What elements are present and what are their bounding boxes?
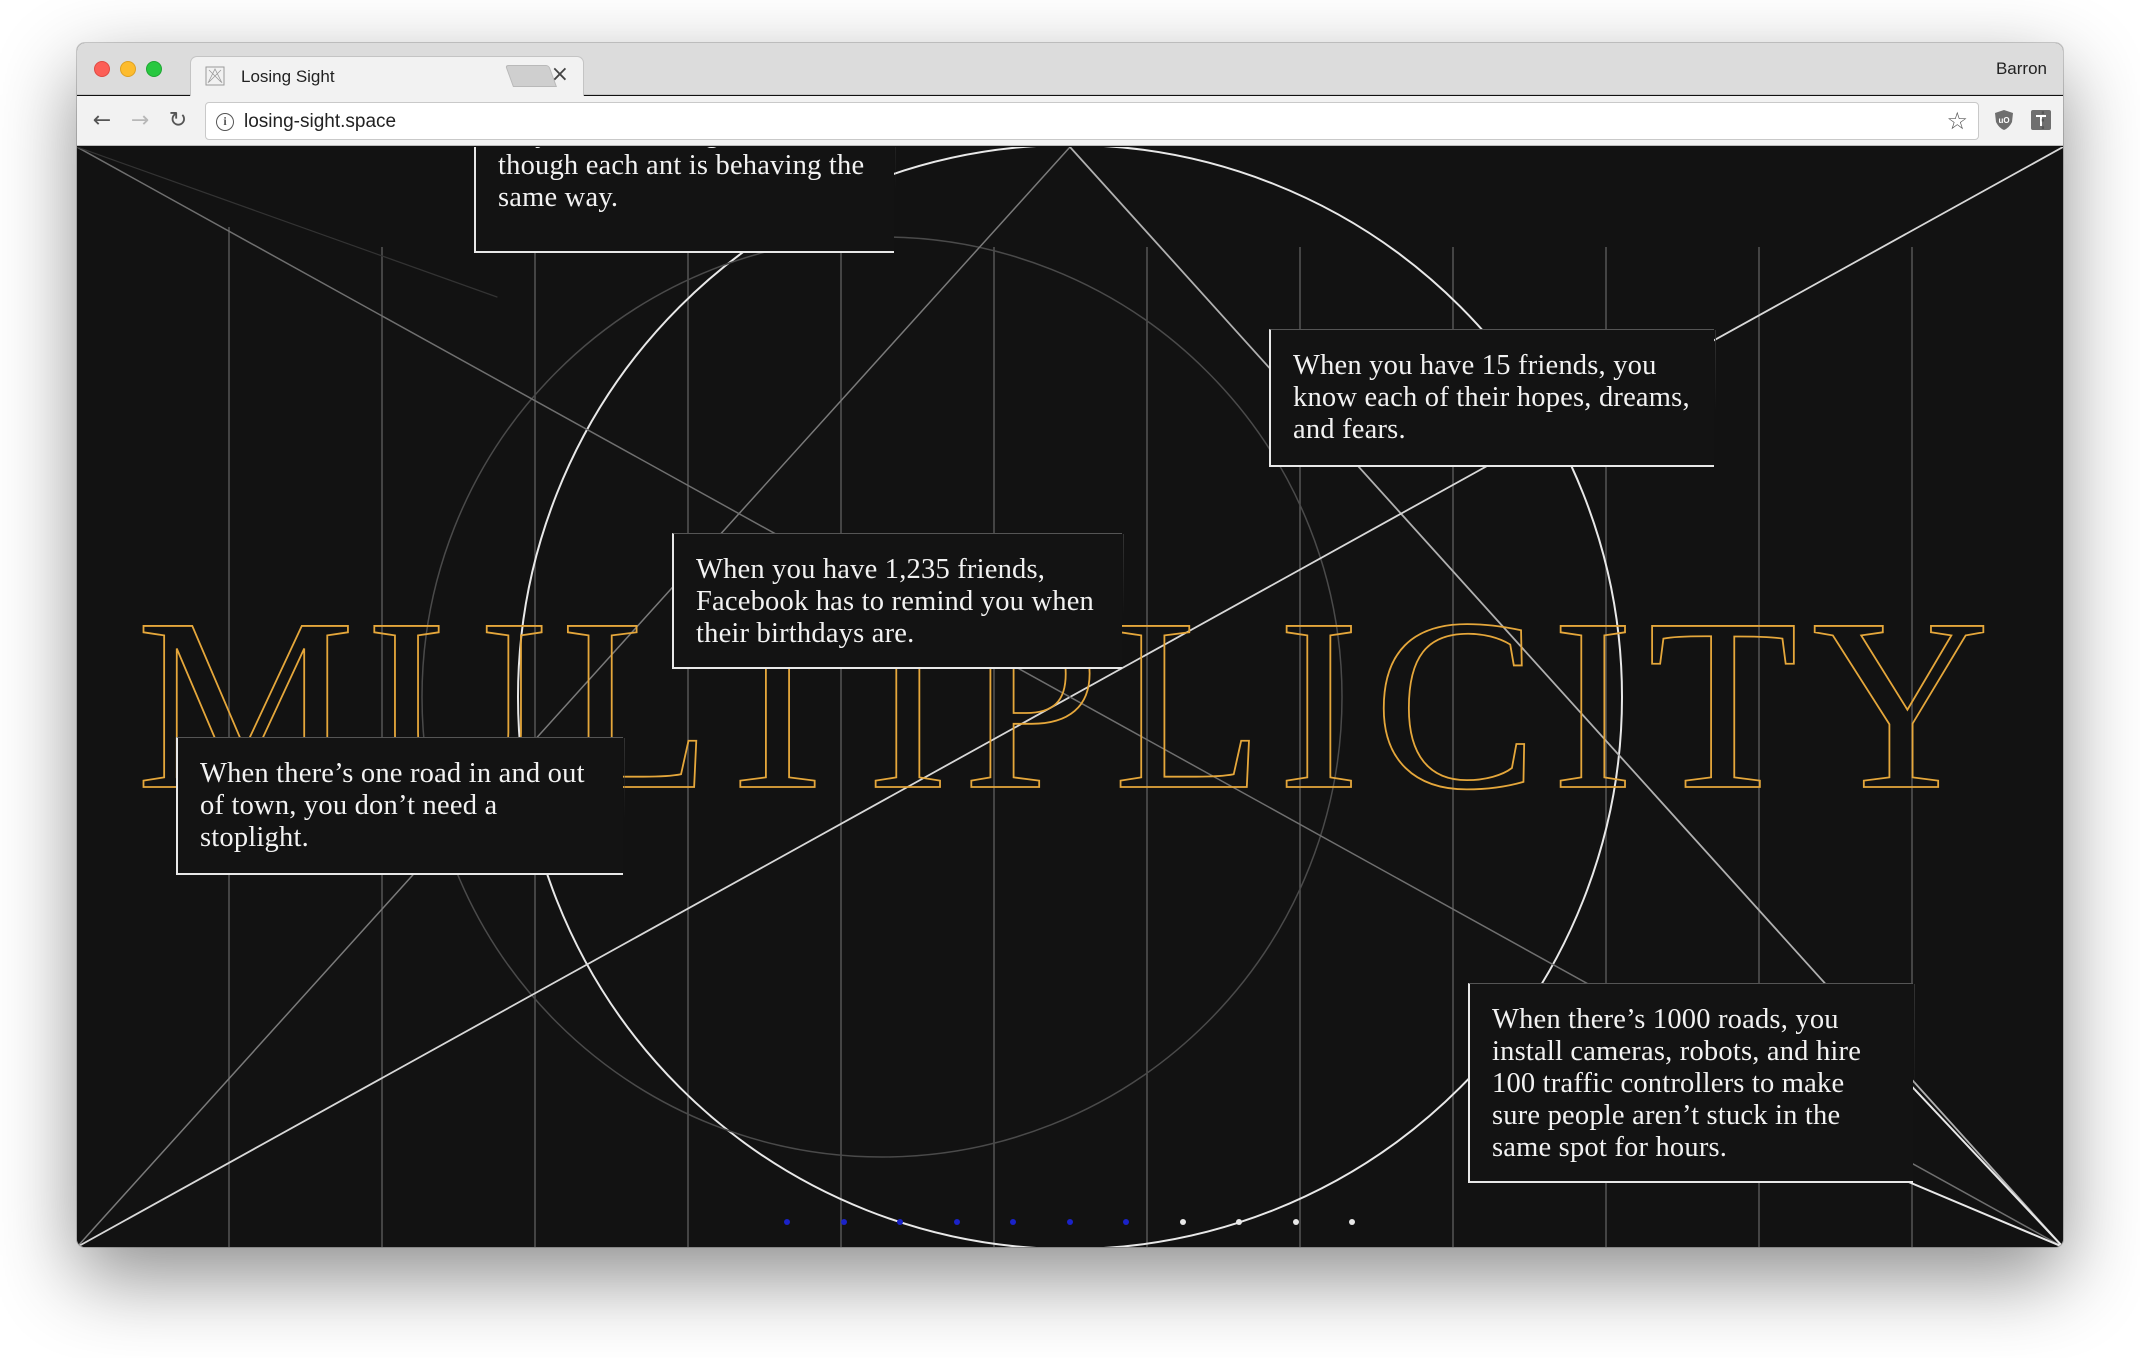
tab-strip: Losing Sight × Barron <box>77 43 2063 96</box>
card-one-road: When there’s one road in and out of town… <box>176 737 625 875</box>
card-thousand-roads-text: When there’s 1000 roads, you install cam… <box>1492 1004 1862 1163</box>
tab-title: Losing Sight <box>241 67 335 86</box>
card-one-road-text: When there’s one road in and out of town… <box>200 758 585 853</box>
progress-dot[interactable] <box>953 1219 960 1225</box>
progress-dot[interactable] <box>897 1219 903 1225</box>
url-text[interactable]: losing-sight.space <box>244 111 396 133</box>
site-favicon-icon <box>205 66 225 86</box>
bookmark-star-icon[interactable]: ☆ <box>1946 107 1968 135</box>
card-ants-text: only see a writhing mass, even though ea… <box>498 147 865 213</box>
browser-window: Losing Sight × Barron ← → ↻ i losing-sig… <box>77 43 2063 1247</box>
progress-dot[interactable] <box>840 1219 847 1225</box>
close-window-button[interactable] <box>94 61 110 77</box>
card-fifteen-friends-text: When you have 15 friends, you know each … <box>1293 350 1690 445</box>
progress-dot[interactable] <box>784 1219 790 1225</box>
progress-dot[interactable] <box>1066 1219 1073 1225</box>
forward-arrow-icon[interactable]: → <box>124 105 156 137</box>
reload-icon[interactable]: ↻ <box>162 105 194 137</box>
card-ants: only see a writhing mass, even though ea… <box>474 147 896 253</box>
card-thousand-roads: When there’s 1000 roads, you install cam… <box>1468 983 1915 1183</box>
chrome-menu-icon[interactable]: ⋮ <box>2027 106 2059 136</box>
progress-dot[interactable] <box>1179 1219 1186 1225</box>
page-viewport: MULTIPLICITY only see a writhing mass, e… <box>77 147 2063 1247</box>
progress-dot[interactable] <box>1349 1219 1355 1225</box>
browser-toolbar: ← → ↻ i losing-sight.space ☆ uO ⋮ <box>77 96 2063 146</box>
progress-dot[interactable] <box>1292 1219 1299 1225</box>
card-fifteen-friends: When you have 15 friends, you know each … <box>1269 329 1716 467</box>
zoom-window-button[interactable] <box>146 61 162 77</box>
back-arrow-icon[interactable]: ← <box>86 105 118 137</box>
svg-text:uO: uO <box>1998 116 2009 125</box>
site-info-icon[interactable]: i <box>216 113 234 131</box>
new-tab-button[interactable] <box>504 65 558 87</box>
profile-name[interactable]: Barron <box>1996 59 2047 79</box>
ublock-origin-icon[interactable]: uO <box>1992 108 2016 132</box>
minimize-window-button[interactable] <box>120 61 136 77</box>
address-bar[interactable]: i losing-sight.space ☆ <box>205 102 1979 140</box>
progress-dot[interactable] <box>1123 1219 1129 1225</box>
card-many-friends-text: When you have 1,235 friends, Facebook ha… <box>696 554 1094 649</box>
progress-dot[interactable] <box>1236 1219 1242 1225</box>
card-many-friends: When you have 1,235 friends, Facebook ha… <box>672 533 1124 669</box>
progress-dot[interactable] <box>1010 1219 1016 1225</box>
